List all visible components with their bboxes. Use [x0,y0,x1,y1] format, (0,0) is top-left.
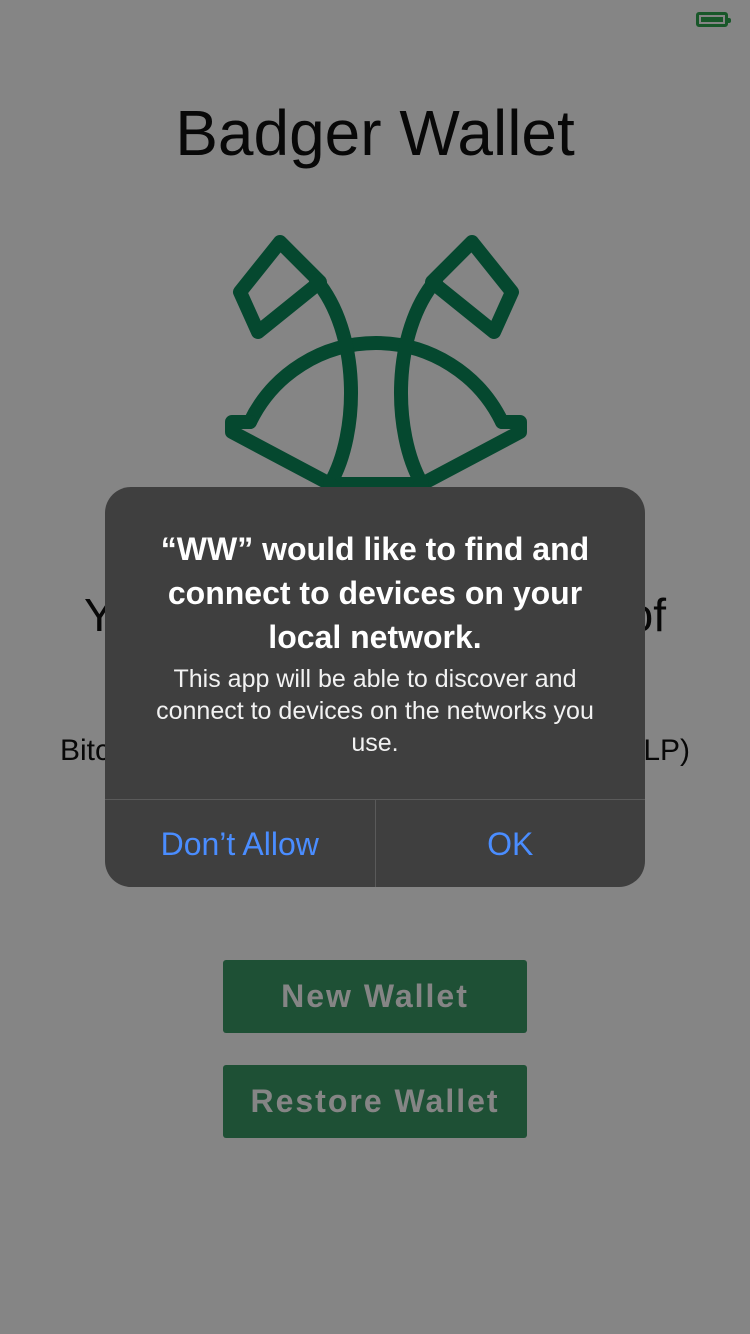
app-screen: Badger Wallet Y of Bitc LP) New Wallet R… [0,0,750,1334]
local-network-permission-alert: “WW” would like to find and connect to d… [105,487,645,887]
alert-title: “WW” would like to find and connect to d… [160,531,590,655]
alert-actions: Don’t Allow OK [105,799,645,887]
alert-message: This app will be able to discover and co… [156,665,594,757]
dont-allow-button[interactable]: Don’t Allow [105,800,375,887]
ok-button[interactable]: OK [374,800,646,887]
